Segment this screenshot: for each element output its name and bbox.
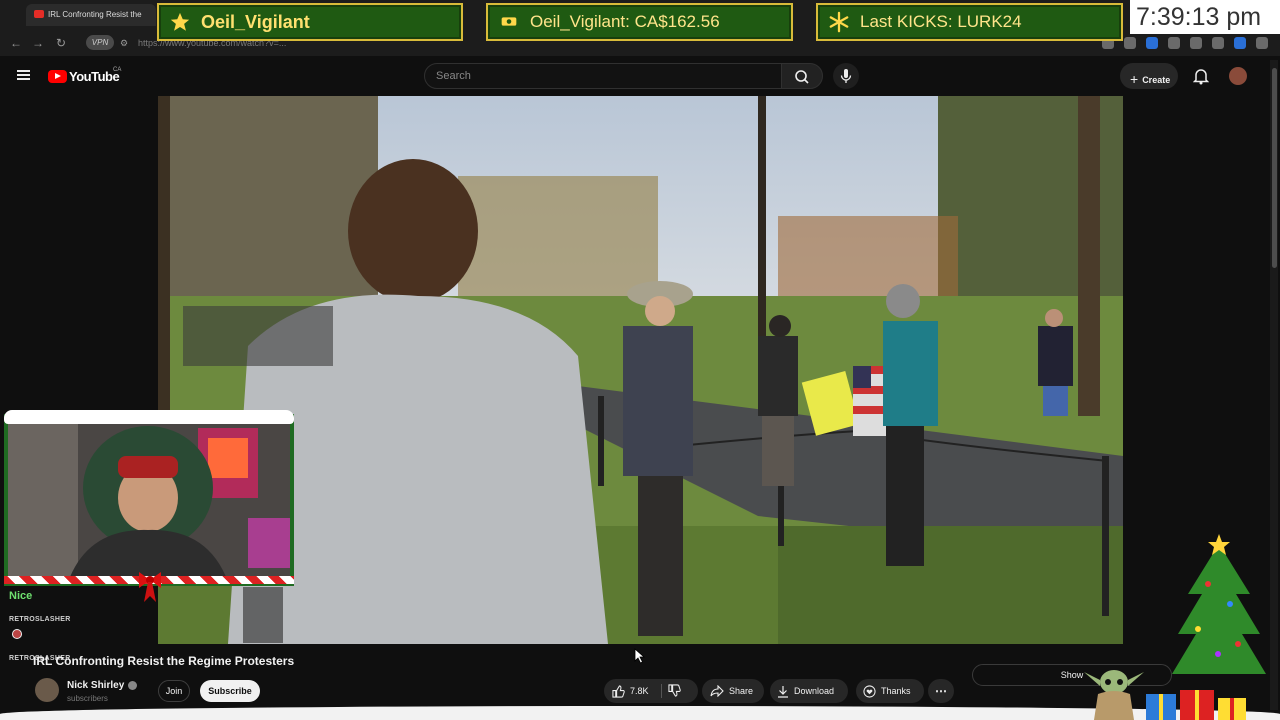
share-label: Share bbox=[729, 686, 754, 696]
extension-icon[interactable] bbox=[1146, 37, 1158, 49]
snow-decoration bbox=[4, 410, 294, 424]
country-code: CA bbox=[113, 67, 122, 73]
create-label: Create bbox=[1142, 75, 1171, 85]
download-button[interactable]: Download bbox=[770, 679, 848, 703]
like-button[interactable]: 7.8K bbox=[604, 679, 698, 703]
bow-icon bbox=[139, 572, 161, 602]
video-title: IRL Confronting Resist the Regime Protes… bbox=[33, 654, 295, 668]
channel-avatar[interactable] bbox=[35, 678, 59, 702]
banner-text: Last KICKS: LURK24 bbox=[860, 12, 1022, 31]
money-hand-icon bbox=[501, 17, 517, 26]
like-divider bbox=[661, 684, 662, 698]
thanks-button[interactable]: Thanks bbox=[856, 679, 924, 703]
forward-arrow-icon[interactable]: → bbox=[32, 36, 44, 50]
chat-emote-icon bbox=[12, 629, 22, 639]
notification-bell-icon[interactable] bbox=[1193, 67, 1209, 85]
site-settings-icon[interactable]: ⚙ bbox=[120, 38, 128, 49]
browser-tab[interactable]: IRL Confronting Resist the bbox=[26, 4, 156, 26]
baby-yoda-icon bbox=[1084, 670, 1144, 720]
extension-icons bbox=[1102, 37, 1268, 49]
follower-banner: Oeil_Vigilant bbox=[157, 3, 463, 41]
youtube-favicon-icon bbox=[34, 10, 44, 18]
search-icon bbox=[795, 70, 809, 84]
screen: IRL Confronting Resist the ← → ↻ VPN ⚙ h… bbox=[0, 0, 1280, 720]
more-icon: ⋯ bbox=[935, 684, 947, 698]
youtube-logo-text[interactable]: YouTube bbox=[69, 69, 120, 84]
download-icon bbox=[778, 685, 788, 698]
scrollbar-thumb[interactable] bbox=[1272, 68, 1277, 268]
thanks-label: Thanks bbox=[881, 686, 911, 696]
voice-search-button[interactable] bbox=[833, 63, 859, 89]
browser-tab-title: IRL Confronting Resist the bbox=[48, 10, 142, 19]
verified-badge-icon bbox=[128, 681, 137, 690]
chat-background bbox=[243, 587, 283, 643]
banner-text: Oeil_Vigilant bbox=[201, 11, 310, 32]
mouse-cursor-icon bbox=[634, 648, 646, 664]
back-arrow-icon[interactable]: ← bbox=[10, 36, 22, 50]
youtube-header: YouTube CA Search + Create bbox=[0, 58, 1280, 94]
christmas-tree-icon bbox=[1172, 534, 1266, 674]
extension-icon[interactable] bbox=[1168, 37, 1180, 49]
thumbs-up-icon bbox=[612, 684, 625, 698]
plus-icon: + bbox=[1130, 71, 1139, 87]
webcam-feed bbox=[8, 418, 290, 582]
download-label: Download bbox=[794, 686, 835, 696]
reload-icon[interactable]: ↻ bbox=[56, 36, 66, 50]
snowflake-icon bbox=[829, 11, 849, 33]
extension-icon[interactable] bbox=[1190, 37, 1202, 49]
extension-icon[interactable] bbox=[1124, 37, 1136, 49]
star-icon bbox=[170, 12, 190, 31]
youtube-logo-icon[interactable] bbox=[48, 70, 67, 83]
chat-message: Nice bbox=[9, 590, 33, 602]
menu-icon[interactable] bbox=[1256, 37, 1268, 49]
stream-clock: 7:39:13 pm bbox=[1130, 0, 1280, 34]
chat-username: RETROSLASHER bbox=[9, 616, 71, 623]
more-actions-button[interactable]: ⋯ bbox=[928, 679, 954, 703]
thumbs-down-icon[interactable] bbox=[668, 684, 681, 697]
channel-name[interactable]: Nick Shirley bbox=[67, 680, 124, 691]
search-input[interactable]: Search bbox=[424, 63, 782, 89]
kicks-banner: Last KICKS: LURK24 bbox=[816, 3, 1123, 41]
join-button[interactable]: Join bbox=[158, 680, 190, 702]
subscriber-count: subscribers bbox=[67, 694, 108, 703]
thanks-heart-icon bbox=[863, 684, 876, 698]
subscribe-button[interactable]: Subscribe bbox=[200, 680, 260, 702]
menu-icon[interactable] bbox=[17, 70, 30, 80]
webcam-overlay bbox=[4, 414, 294, 586]
video-frame bbox=[158, 96, 1123, 644]
share-button[interactable]: Share bbox=[702, 679, 764, 703]
banner-text: Oeil_Vigilant: CA$162.56 bbox=[530, 12, 720, 31]
vpn-badge[interactable]: VPN bbox=[86, 35, 114, 50]
microphone-icon bbox=[840, 69, 852, 83]
shield-icon[interactable] bbox=[1234, 37, 1246, 49]
gifts-icon bbox=[1146, 690, 1246, 720]
account-avatar[interactable] bbox=[1229, 67, 1247, 85]
search-button[interactable] bbox=[781, 63, 823, 89]
donation-banner: Oeil_Vigilant: CA$162.56 bbox=[486, 3, 793, 41]
share-icon bbox=[710, 685, 724, 697]
like-count: 7.8K bbox=[630, 686, 649, 696]
create-button[interactable]: + Create bbox=[1120, 63, 1178, 89]
video-player[interactable] bbox=[158, 96, 1123, 644]
profile-icon[interactable] bbox=[1212, 37, 1224, 49]
